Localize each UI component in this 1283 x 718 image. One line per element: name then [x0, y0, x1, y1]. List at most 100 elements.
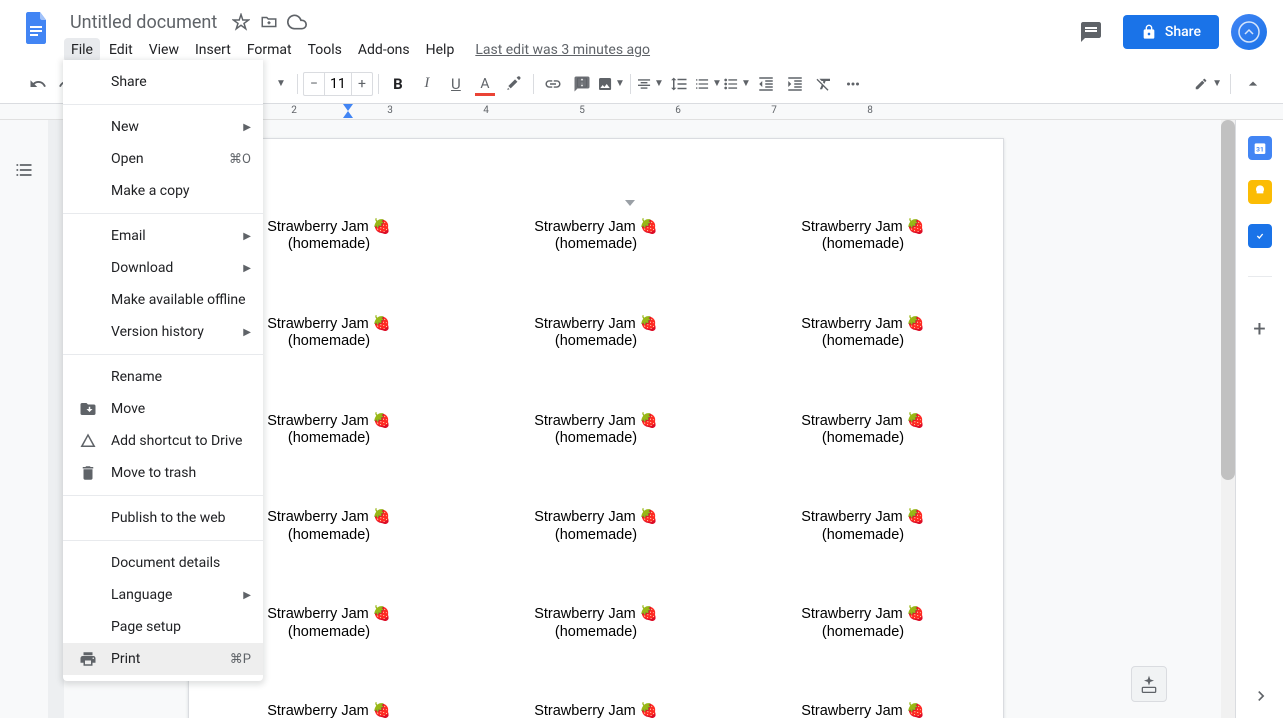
collapse-panel-button[interactable] [1251, 686, 1271, 706]
vertical-scrollbar[interactable] [1221, 120, 1235, 718]
label-cell[interactable]: Strawberry Jam 🍓(homemade) [496, 219, 696, 254]
link-button[interactable] [539, 70, 567, 98]
menu-view[interactable]: View [142, 38, 186, 62]
italic-button[interactable]: I [413, 70, 441, 98]
label-cell[interactable]: Strawberry Jam 🍓(homemade) [763, 413, 963, 448]
header-bar: Untitled document File Edit View Insert … [0, 0, 1283, 64]
ruler-number: 2 [291, 105, 297, 116]
menu-publish[interactable]: Publish to the web [63, 502, 263, 534]
menu-format[interactable]: Format [240, 38, 299, 62]
menu-new[interactable]: New▶ [63, 111, 263, 143]
line-spacing-button[interactable] [665, 70, 693, 98]
ruler-number: 3 [387, 105, 393, 116]
keep-icon[interactable] [1248, 180, 1272, 204]
folder-move-icon [79, 400, 99, 418]
text-color-button[interactable]: A [471, 70, 499, 98]
comments-button[interactable] [1071, 12, 1111, 52]
font-size-increase[interactable]: + [352, 76, 372, 92]
ruler-number: 8 [867, 105, 873, 116]
label-row: Strawberry Jam 🍓(homemade) Strawberry Jam… [229, 413, 963, 448]
bulleted-list-button[interactable]: ▼ [723, 70, 751, 98]
menu-language[interactable]: Language▶ [63, 579, 263, 611]
menu-open[interactable]: Open⌘O [63, 143, 263, 175]
bold-button[interactable]: B [384, 70, 412, 98]
font-size-decrease[interactable]: − [304, 76, 324, 92]
scrollbar-thumb[interactable] [1221, 120, 1235, 480]
label-row: Strawberry Jam 🍓(homemade) Strawberry Jam… [229, 316, 963, 351]
menu-insert[interactable]: Insert [188, 38, 238, 62]
column-marker-icon[interactable] [625, 197, 635, 207]
menu-tools[interactable]: Tools [301, 38, 349, 62]
label-cell[interactable]: Strawberry Jam 🍓(homemade) [496, 316, 696, 351]
star-icon[interactable] [231, 12, 251, 32]
image-button[interactable]: ▼ [597, 70, 625, 98]
ruler-number: 5 [579, 105, 585, 116]
decrease-indent-button[interactable] [752, 70, 780, 98]
menu-email[interactable]: Email▶ [63, 220, 263, 252]
more-button[interactable] [839, 70, 867, 98]
label-cell[interactable]: Strawberry Jam 🍓(homemade) [763, 509, 963, 544]
menu-share[interactable]: Share [63, 66, 263, 98]
document-page[interactable]: Strawberry Jam 🍓(homemade) Strawberry Jam… [188, 138, 1004, 718]
label-cell[interactable]: Strawberry Jam 🍓(homemade) [763, 219, 963, 254]
highlight-button[interactable] [500, 70, 528, 98]
checklist-button[interactable]: ▼ [694, 70, 722, 98]
menu-rename[interactable]: Rename [63, 361, 263, 393]
label-cell[interactable]: Strawberry Jam 🍓(homemade) [763, 606, 963, 641]
ruler-number: 7 [771, 105, 777, 116]
menu-version[interactable]: Version history▶ [63, 316, 263, 348]
menu-download[interactable]: Download▶ [63, 252, 263, 284]
comment-button[interactable] [568, 70, 596, 98]
label-row: Strawberry Jam 🍓(homemade) Strawberry Jam… [229, 219, 963, 254]
label-cell[interactable]: Strawberry Jam 🍓(homemade) [229, 703, 429, 718]
increase-indent-button[interactable] [781, 70, 809, 98]
undo-button[interactable] [24, 70, 52, 98]
menu-print[interactable]: Print⌘P [63, 643, 263, 675]
move-icon[interactable] [259, 12, 279, 32]
label-cell[interactable]: Strawberry Jam 🍓(homemade) [496, 413, 696, 448]
collapse-button[interactable] [1239, 70, 1267, 98]
menu-offline[interactable]: Make available offline [63, 284, 263, 316]
underline-button[interactable]: U [442, 70, 470, 98]
align-button[interactable]: ▼ [636, 70, 664, 98]
add-addon-button[interactable]: + [1253, 317, 1265, 342]
menu-details[interactable]: Document details [63, 547, 263, 579]
clear-formatting-button[interactable] [810, 70, 838, 98]
indent-marker[interactable] [343, 104, 353, 118]
side-panel: 31 + [1235, 120, 1283, 718]
svg-text:31: 31 [1256, 145, 1264, 153]
drive-shortcut-icon [79, 432, 99, 450]
menu-make-copy[interactable]: Make a copy [63, 175, 263, 207]
title-area: Untitled document File Edit View Insert … [64, 8, 1071, 64]
outline-button[interactable] [10, 156, 38, 184]
menu-move[interactable]: Move [63, 393, 263, 425]
label-cell[interactable]: Strawberry Jam 🍓(homemade) [496, 703, 696, 718]
menu-add-shortcut[interactable]: Add shortcut to Drive [63, 425, 263, 457]
docs-logo[interactable] [16, 8, 56, 48]
editing-mode-button[interactable]: ▼ [1194, 70, 1222, 98]
last-edit-link[interactable]: Last edit was 3 minutes ago [475, 42, 650, 58]
label-row: Strawberry Jam 🍓(homemade) Strawberry Jam… [229, 509, 963, 544]
tasks-icon[interactable] [1248, 224, 1272, 248]
label-row: Strawberry Jam 🍓(homemade) Strawberry Jam… [229, 703, 963, 718]
menu-file[interactable]: File [64, 38, 100, 62]
vertical-ruler[interactable] [48, 120, 64, 718]
document-title[interactable]: Untitled document [64, 10, 223, 35]
trash-icon [79, 464, 99, 482]
label-cell[interactable]: Strawberry Jam 🍓(homemade) [763, 703, 963, 718]
calendar-icon[interactable]: 31 [1248, 136, 1272, 160]
label-cell[interactable]: Strawberry Jam 🍓(homemade) [763, 316, 963, 351]
menu-edit[interactable]: Edit [102, 38, 140, 62]
menu-addons[interactable]: Add-ons [351, 38, 417, 62]
menu-page-setup[interactable]: Page setup [63, 611, 263, 643]
menu-trash[interactable]: Move to trash [63, 457, 263, 489]
font-size-value[interactable]: 11 [324, 73, 352, 95]
label-cell[interactable]: Strawberry Jam 🍓(homemade) [496, 606, 696, 641]
share-button[interactable]: Share [1123, 15, 1219, 49]
account-avatar[interactable] [1231, 14, 1267, 50]
label-row: Strawberry Jam 🍓(homemade) Strawberry Jam… [229, 606, 963, 641]
label-cell[interactable]: Strawberry Jam 🍓(homemade) [496, 509, 696, 544]
cloud-status-icon[interactable] [287, 12, 307, 32]
explore-button[interactable] [1131, 666, 1167, 702]
menu-help[interactable]: Help [419, 38, 462, 62]
